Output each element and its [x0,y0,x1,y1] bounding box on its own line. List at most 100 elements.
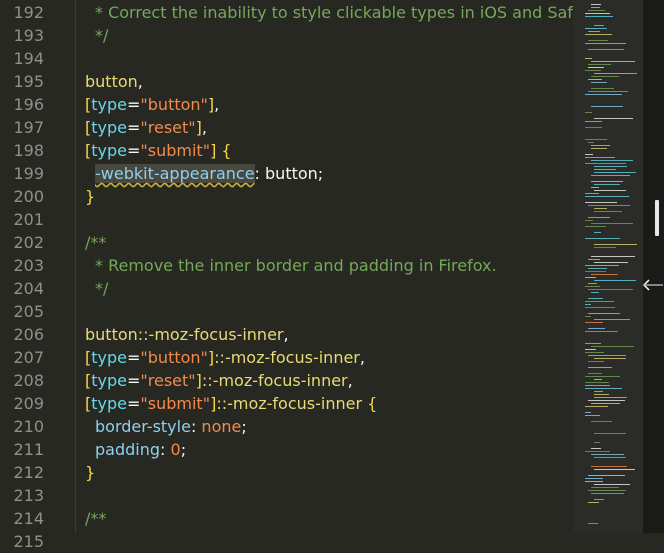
minimap-line [591,454,624,455]
minimap-line [591,88,614,89]
code-token: button::-moz-focus-inner [85,325,284,344]
code-line[interactable]: */ [95,277,108,300]
minimap-line [585,112,592,113]
code-line[interactable]: -webkit-appearance: button; [95,162,323,185]
minimap-line [588,91,628,92]
scrollbar-thumb[interactable] [655,200,659,236]
code-token: } [85,187,96,206]
code-line[interactable]: [type="button"]::-moz-focus-inner, [85,346,365,369]
minimap-line [594,319,630,320]
vertical-scrollbar[interactable] [643,0,664,533]
code-token: 0 [170,440,181,459]
minimap-line [585,478,603,479]
code-token: : [160,440,171,459]
code-line[interactable]: padding: 0; [95,438,186,461]
minimap-line [594,190,626,191]
code-editor[interactable]: * Correct the inability to style clickab… [76,0,573,533]
minimap-line [588,64,611,65]
code-token: ::-moz-focus-inner [214,348,360,367]
code-line[interactable]: button, [85,70,143,93]
minimap-line [585,322,603,323]
code-line[interactable]: [type="reset"], [85,116,207,139]
code-token: button [85,72,138,91]
code-token: none [201,417,242,436]
code-token: "submit" [140,141,211,160]
minimap-line [594,73,637,74]
minimap-line [588,40,608,41]
minimap-line [594,397,627,398]
line-number: 207 [13,348,44,367]
code-line[interactable]: [type="submit"] { [85,139,232,162]
line-number: 192 [13,3,44,22]
minimap-line [594,232,601,233]
minimap-line [585,286,600,287]
code-token: "button" [140,348,208,367]
code-line[interactable]: } [85,461,95,484]
line-number: 213 [13,486,44,505]
minimap-line [585,226,606,227]
minimap-line [588,373,602,374]
minimap-line [588,355,626,356]
line-number: 196 [13,95,44,114]
minimap-line [594,433,626,434]
minimap-line [588,502,599,503]
minimap-line [594,169,616,170]
code-token: -webkit-appearance [95,164,255,183]
code-line[interactable]: [type="reset"]::-moz-focus-inner, [85,369,353,392]
minimap-line [588,79,602,80]
code-token: type [91,141,127,160]
minimap-line [585,139,607,140]
minimap-line [588,490,626,491]
code-token: ; [241,417,247,436]
minimap-line [588,217,610,218]
code-token: , [359,348,365,367]
line-number: 205 [13,302,44,321]
code-line[interactable]: */ [95,24,108,47]
line-number-gutter: 192 193 194 195 196 197 198 199 200 201 202 203 204 2… [0,0,75,551]
minimap-line [591,346,634,347]
line-number: 208 [13,371,44,390]
line-number: 209 [13,394,44,413]
minimap-line [585,277,596,278]
minimap-line [588,298,603,299]
code-token: type [91,118,127,137]
code-token: : [190,417,202,436]
code-token: = [127,348,141,367]
minimap-line [594,208,607,209]
minimap-line [585,301,614,302]
line-number: 211 [13,440,44,459]
code-line[interactable]: button::-moz-focus-inner, [85,323,289,346]
code-line[interactable]: /** [85,231,106,254]
minimap-line [591,61,635,62]
minimap-line [594,166,627,167]
minimap-line [588,475,625,476]
minimap-line [594,499,604,500]
minimap-line [591,487,619,488]
minimap-line [585,193,599,194]
line-number: 204 [13,279,44,298]
minimap-line [585,304,591,305]
code-line[interactable]: [type="button"], [85,93,219,116]
code-line[interactable]: } [85,185,95,208]
minimap-line [585,307,615,308]
minimap-line [585,385,610,386]
code-token: type [91,95,127,114]
minimap-line [591,106,623,107]
code-token: * Remove the inner border and padding in… [95,256,497,275]
code-line[interactable]: [type="submit"]::-moz-focus-inner { [85,392,377,415]
minimap-line [588,259,600,260]
line-number: 194 [13,49,44,68]
code-token: , [214,95,220,114]
minimap[interactable] [573,0,643,533]
minimap-line [591,274,618,275]
code-token: type [91,371,127,390]
code-line[interactable]: * Remove the inner border and padding in… [95,254,497,277]
minimap-line [591,181,623,182]
minimap-line [588,67,604,68]
code-line[interactable]: border-style: none; [95,415,247,438]
code-line[interactable]: /** [85,507,106,530]
minimap-line [585,316,591,317]
line-number: 202 [13,233,44,252]
code-line[interactable]: * Correct the inability to style clickab… [95,1,573,24]
code-token: border-style [95,417,191,436]
